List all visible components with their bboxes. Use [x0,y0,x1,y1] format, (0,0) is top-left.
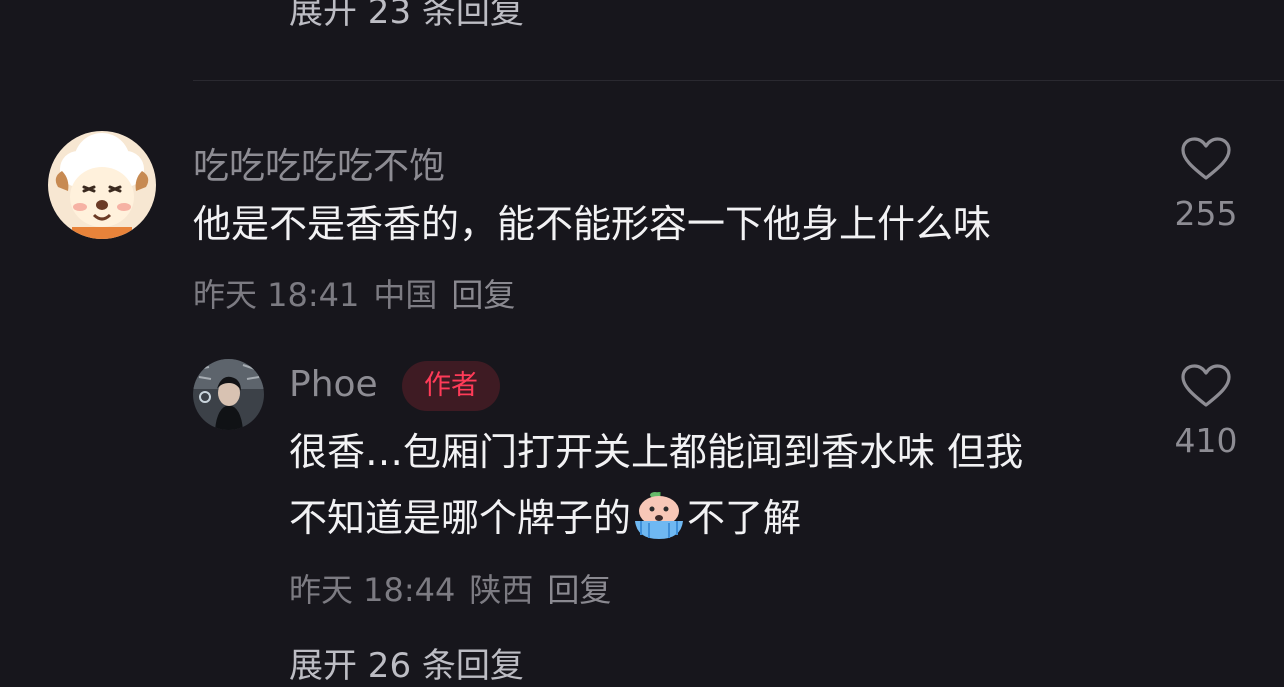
reply-button[interactable]: 回复 [451,276,515,314]
heart-icon [1181,364,1231,407]
comment-text-segment: 不知道是哪个牌子的 [289,496,632,540]
comment-text-segment: 不了解 [687,496,802,540]
comment-location: 中国 [373,276,438,314]
like-button[interactable]: 410 [1161,363,1251,460]
comment-text: 很香…包厢门打开关上都能闻到香水味 但我 不知道是哪个牌子的 不了解 [289,419,1023,551]
comment-meta: 昨天 18:44 陕西 回复 [289,565,625,611]
avatar[interactable] [193,359,264,430]
reply-button[interactable]: 回复 [547,571,611,609]
author-badge: 作者 [402,361,500,411]
comment-username[interactable]: 吃吃吃吃吃不饱 [193,137,445,189]
comment-text-line: 很香…包厢门打开关上都能闻到香水味 但我 [289,430,1024,474]
heart-icon [1181,137,1231,180]
sheep-avatar-icon [48,131,156,239]
like-count: 255 [1174,194,1238,233]
like-button[interactable]: 255 [1161,136,1251,233]
user-photo-avatar [193,359,264,430]
avatar[interactable] [48,131,156,239]
like-count: 410 [1174,421,1238,460]
comment-text: 他是不是香香的，能不能形容一下他身上什么味 [193,202,992,246]
comment-username[interactable]: Phoe [289,364,378,405]
comment-text-line: 不知道是哪个牌子的 不了解 [289,485,1023,551]
divider [193,80,1284,81]
comment-time: 昨天 18:41 [193,276,360,314]
comment-time: 昨天 18:44 [289,571,456,609]
expand-replies-prev[interactable]: 展开 23 条回复 [289,0,524,33]
comment-location: 陕西 [469,571,534,609]
comment-meta: 昨天 18:41 中国 回复 [193,270,529,316]
scared-emoji-icon [635,492,684,539]
